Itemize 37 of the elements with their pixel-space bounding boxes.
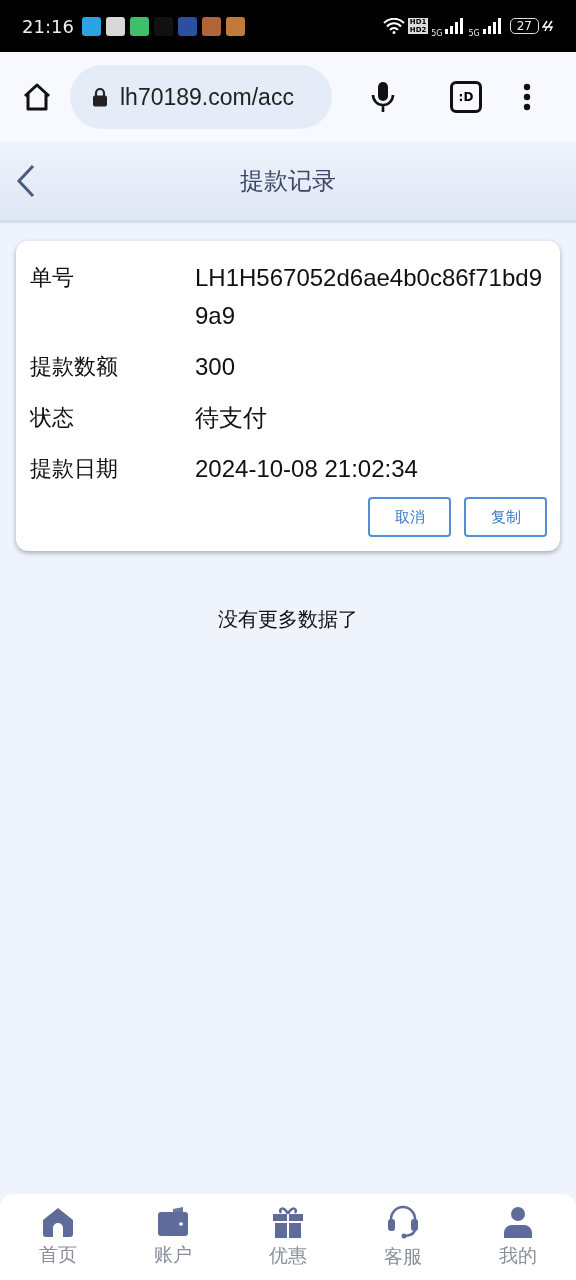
field-value: 2024-10-08 21:02:34 [195,454,419,484]
user-icon [502,1205,535,1238]
menu-icon[interactable] [522,83,532,111]
home-icon [41,1206,74,1237]
nav-item[interactable]: 我的 [478,1205,559,1269]
microphone-icon[interactable] [370,81,396,113]
battery-level: 27 [509,18,539,34]
field-value: LH1H567052d6ae4b0c86f71bd99a9 [195,263,543,331]
nav-item[interactable]: 账户 [132,1206,213,1268]
action-button[interactable]: 复制 [464,497,547,537]
address-bar[interactable]: lh70189.com/acc [70,65,332,129]
page-title: 提款记录 [240,166,336,197]
nav-item[interactable]: 客服 [363,1204,444,1270]
field-label: 单号 [30,264,75,292]
network-label: 5G [431,28,443,38]
charging-icon [542,20,554,32]
network-label: 5G [468,28,480,38]
back-icon[interactable] [16,164,36,198]
signal-icon [445,18,466,34]
nav-item[interactable]: 优惠 [247,1205,328,1269]
field-value: 待支付 [195,403,268,433]
headset-icon [387,1204,420,1239]
signal-icon [482,18,503,34]
lock-icon [92,87,108,107]
gift-icon [271,1205,304,1238]
field-label: 提款数额 [30,353,119,381]
nav-item[interactable]: 首页 [17,1206,98,1268]
field-label: 提款日期 [30,455,119,483]
field-value: 300 [195,352,237,382]
tab-switcher-button[interactable]: :D [450,81,482,113]
field-label: 状态 [30,404,75,432]
end-of-list-text: 没有更多数据了 [217,606,359,633]
action-button[interactable]: 取消 [368,497,451,537]
home-icon[interactable] [22,82,52,112]
status-time: 21:16 [22,15,74,37]
wifi-icon [383,18,406,34]
wallet-icon [156,1206,189,1237]
